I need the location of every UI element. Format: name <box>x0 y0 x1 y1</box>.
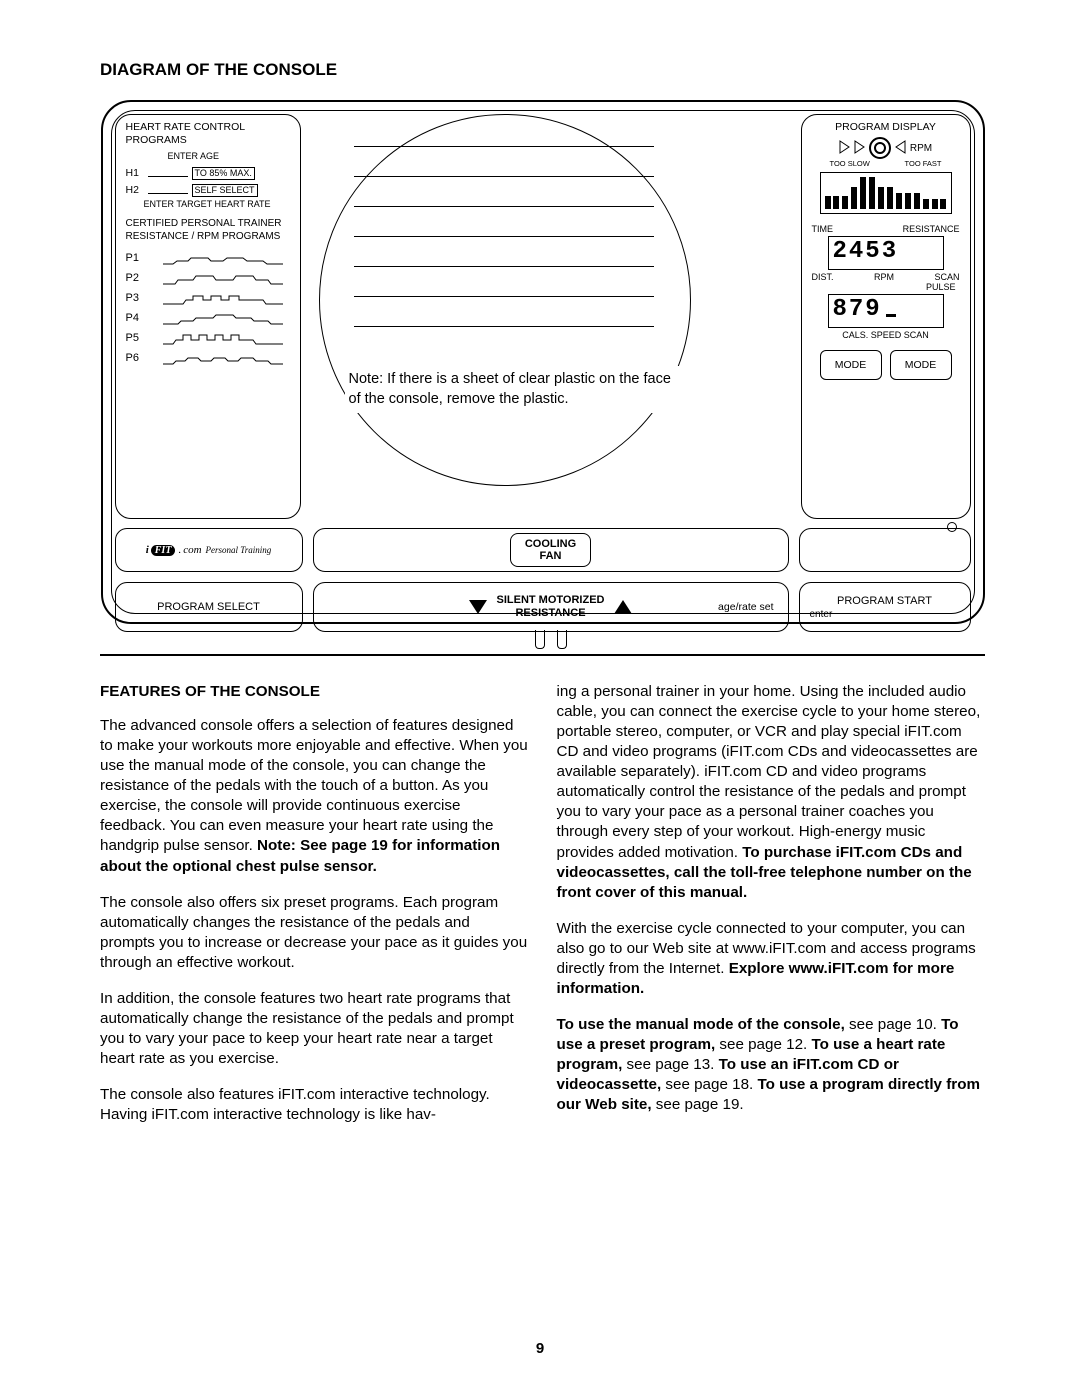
lcd-2: 879 <box>828 294 944 328</box>
too-slow-label: TOO SLOW <box>830 159 870 168</box>
program-row: P6 <box>126 349 292 369</box>
h1-line-icon <box>148 170 188 177</box>
vent-line-icon <box>354 296 654 297</box>
rpm-indicator-row: RPM <box>810 137 962 159</box>
program-label: P5 <box>126 332 146 346</box>
program-row: P2 <box>126 269 292 289</box>
triangle-right-icon <box>854 140 865 157</box>
program-display-heading: PROGRAM DISPLAY <box>810 121 962 133</box>
bottom-row: PROGRAM SELECT SILENT MOTORIZED RESISTAN… <box>115 582 971 632</box>
rpm-label: RPM <box>910 143 932 154</box>
pulse-label: PULSE <box>810 282 962 292</box>
h2-box: SELF SELECT <box>192 184 258 197</box>
plastic-note: Note: If there is a sheet of clear plast… <box>345 366 683 413</box>
enter-target-label: ENTER TARGET HEART RATE <box>144 199 292 210</box>
program-row: P4 <box>126 309 292 329</box>
enter-age-label: ENTER AGE <box>168 151 292 162</box>
triangle-left-icon <box>895 140 906 157</box>
program-start-button[interactable]: PROGRAM START enter <box>799 582 971 632</box>
program-label: P1 <box>126 252 146 266</box>
program-row: P5 <box>126 329 292 349</box>
hr-heading: HEART RATE CONTROL PROGRAMS <box>126 121 292 147</box>
para: The console also features iFIT.com inter… <box>100 1085 529 1125</box>
vent-line-icon <box>354 206 654 207</box>
triangle-right-icon <box>839 140 850 157</box>
profile-icon <box>154 273 292 285</box>
scan-label: SCAN <box>934 272 959 282</box>
left-column: FEATURES OF THE CONSOLE The advanced con… <box>100 682 529 1125</box>
program-label: P3 <box>126 292 146 306</box>
target-icon <box>869 137 891 159</box>
mid-row: iFIT.com Personal Training COOLING FAN <box>115 528 971 572</box>
mode-button-left[interactable]: MODE <box>820 350 882 380</box>
console-diagram: HEART RATE CONTROL PROGRAMS ENTER AGE H1… <box>101 100 985 624</box>
profile-icon <box>154 313 292 325</box>
resistance-label: RESISTANCE <box>903 224 960 234</box>
profile-icon <box>154 253 292 265</box>
program-list: P1 P2 P3 P4 P5 <box>126 249 292 369</box>
mode-button-right[interactable]: MODE <box>890 350 952 380</box>
para: ing a personal trainer in your home. Usi… <box>557 682 986 903</box>
right-column: ing a personal trainer in your home. Usi… <box>557 682 986 1125</box>
cpt-heading: CERTIFIED PERSONAL TRAINER RESISTANCE / … <box>126 218 292 243</box>
vent-line-icon <box>354 326 654 327</box>
resistance-down-icon[interactable] <box>469 600 487 614</box>
enter-label: enter <box>810 609 833 620</box>
time-label: TIME <box>812 224 834 234</box>
left-panel: HEART RATE CONTROL PROGRAMS ENTER AGE H1… <box>115 114 301 519</box>
program-label: P4 <box>126 312 146 326</box>
vent-line-icon <box>354 176 654 177</box>
vent-line-icon <box>354 146 654 147</box>
rpm-label-2: RPM <box>874 272 894 282</box>
segment-profile-display <box>820 172 952 214</box>
fan-circle-icon <box>319 114 691 486</box>
slot-icons <box>535 630 567 649</box>
cals-speed-scan-label: CALS. SPEED SCAN <box>810 330 962 340</box>
program-label: P2 <box>126 272 146 286</box>
resistance-control[interactable]: SILENT MOTORIZED RESISTANCE age/rate set <box>313 582 789 632</box>
ifit-box: iFIT.com Personal Training <box>115 528 303 572</box>
too-fast-label: TOO FAST <box>905 159 942 168</box>
page-number: 9 <box>0 1340 1080 1357</box>
ifit-logo-icon: iFIT.com <box>146 544 202 556</box>
cooling-fan-button[interactable]: COOLING FAN <box>313 528 789 572</box>
dist-label: DIST. <box>812 272 834 282</box>
program-row: P1 <box>126 249 292 269</box>
resistance-up-icon[interactable] <box>614 600 632 614</box>
para: To use the manual mode of the console, s… <box>557 1015 986 1115</box>
h1-label: H1 <box>126 167 144 180</box>
program-row: P3 <box>126 289 292 309</box>
h1-box: TO 85% MAX. <box>192 167 255 180</box>
profile-icon <box>154 353 292 365</box>
silent-resistance-label: SILENT MOTORIZED RESISTANCE <box>497 594 605 620</box>
para: The advanced console offers a selection … <box>100 716 529 877</box>
features-heading: FEATURES OF THE CONSOLE <box>100 682 529 702</box>
lcd-1: 2453 <box>828 236 944 270</box>
section-title: DIAGRAM OF THE CONSOLE <box>100 60 985 80</box>
program-select-button[interactable]: PROGRAM SELECT <box>115 582 303 632</box>
h2-line-icon <box>148 187 188 194</box>
para: The console also offers six preset progr… <box>100 893 529 973</box>
h2-label: H2 <box>126 184 144 197</box>
para: With the exercise cycle connected to you… <box>557 919 986 999</box>
led-icon <box>947 522 957 532</box>
body-columns: FEATURES OF THE CONSOLE The advanced con… <box>100 682 985 1125</box>
vent-line-icon <box>354 266 654 267</box>
para: In addition, the console features two he… <box>100 989 529 1069</box>
program-label: P6 <box>126 352 146 366</box>
profile-icon <box>154 293 292 305</box>
vent-line-icon <box>354 236 654 237</box>
right-mid-spacer <box>799 528 971 572</box>
age-rate-label: age/rate set <box>718 601 773 613</box>
divider <box>100 654 985 656</box>
right-panel: PROGRAM DISPLAY RPM TOO SLOW TOO FAST <box>801 114 971 519</box>
profile-icon <box>154 333 292 345</box>
program-start-label: PROGRAM START <box>837 595 932 607</box>
personal-training-label: Personal Training <box>206 545 272 555</box>
